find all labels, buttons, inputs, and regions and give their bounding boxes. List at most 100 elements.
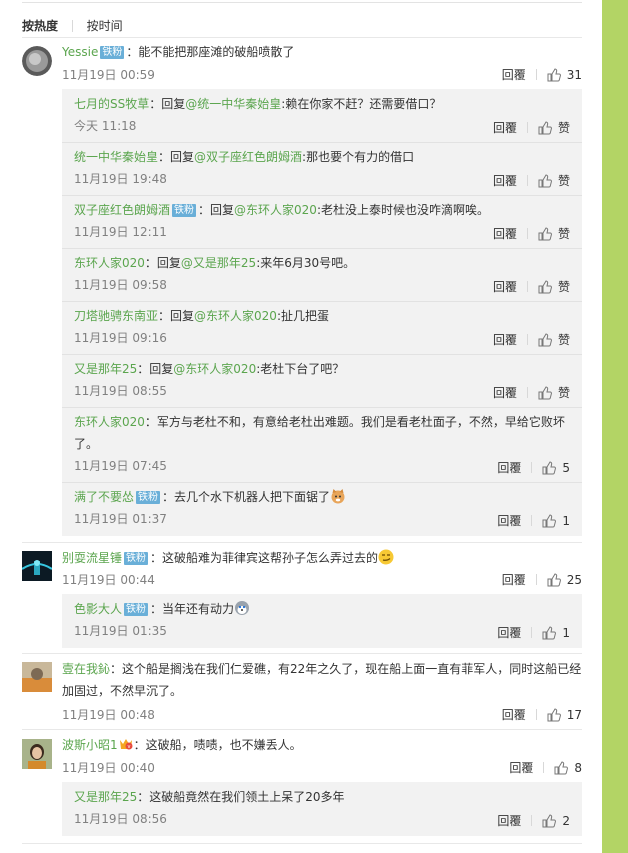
divider	[526, 334, 528, 345]
comment-item: 壹在我鈊：这个船是搁浅在我们仁爱礁，有22年之久了，现在船上面一直有菲军人，同时…	[22, 660, 582, 722]
divider	[62, 354, 582, 355]
reply-button[interactable]: 回覆	[502, 708, 526, 722]
like-count: 赞	[557, 333, 570, 347]
like-count: 5	[562, 461, 570, 475]
commenter-name[interactable]: 壹在我鈊	[62, 662, 110, 676]
like-button[interactable]: 1	[542, 514, 570, 528]
like-button[interactable]: 赞	[538, 227, 570, 241]
mention-link[interactable]: @又是那年25	[181, 256, 256, 270]
like-button[interactable]: 17	[547, 708, 582, 722]
comment-text: 波斯小昭1 v ：这破船，啧啧，也不嫌丢人。	[62, 737, 582, 753]
sort-by-time-tab[interactable]: 按时间	[87, 17, 123, 35]
thumb-up-icon	[547, 573, 561, 587]
divider	[62, 301, 582, 302]
like-button[interactable]: 赞	[538, 174, 570, 188]
reply-button[interactable]: 回覆	[493, 280, 517, 294]
comment-time: 11月19日 00:59	[62, 68, 155, 82]
mention-link[interactable]: @东环人家020	[234, 203, 317, 217]
reply-item: 满了不要怂 铁粉 ：去几个水下机器人把下面锯了 11月19日 01:37 回覆 1	[74, 486, 570, 530]
reply-button[interactable]: 回覆	[497, 626, 521, 640]
comment-time: 11月19日 00:44	[62, 573, 155, 587]
thumb-up-icon	[538, 174, 552, 188]
reply-button[interactable]: 回覆	[493, 174, 517, 188]
reply-button[interactable]: 回覆	[502, 573, 526, 587]
reply-actions: 回覆 1	[497, 622, 570, 644]
reply-button[interactable]: 回覆	[493, 333, 517, 347]
reply-body: :来年6月30号吧。	[256, 256, 356, 270]
reply-item: 东环人家020：军方与老杜不和，有意给老杜出难题。我们是看老杜面子，不然，早给它…	[74, 411, 570, 477]
avatar[interactable]	[22, 739, 52, 769]
like-button[interactable]: 赞	[538, 121, 570, 135]
replier-name[interactable]: 色影大人	[74, 602, 122, 616]
sort-by-hot-tab[interactable]: 按热度	[22, 17, 58, 35]
reply-time: 11月19日 08:56	[74, 812, 167, 826]
like-count: 2	[562, 814, 570, 828]
replier-name[interactable]: 七月的SS牧草	[74, 97, 149, 111]
like-button[interactable]: 赞	[538, 280, 570, 294]
reply-button[interactable]: 回覆	[493, 386, 517, 400]
reply-prefix: ：回复	[158, 150, 195, 164]
reply-button[interactable]: 回覆	[497, 461, 521, 475]
divider	[543, 762, 545, 773]
replier-name[interactable]: 双子座红色朗姆酒	[74, 203, 170, 217]
reply-button[interactable]: 回覆	[497, 814, 521, 828]
reply-item: 统一中华秦始皇：回复@双子座红色朗姆酒:那也要个有力的借口 11月19日 19:…	[74, 146, 570, 190]
comment-actions: 回覆 25	[502, 571, 582, 588]
divider	[531, 627, 533, 638]
mention-link[interactable]: @东环人家020	[173, 362, 256, 376]
like-button[interactable]: 2	[542, 814, 570, 828]
like-button[interactable]: 赞	[538, 333, 570, 347]
comment-body: ：这破船，啧啧，也不嫌丢人。	[133, 738, 302, 752]
replier-name[interactable]: 刀塔驰骋东南亚	[74, 309, 158, 323]
divider	[71, 19, 73, 32]
reply-item: 又是那年25：这破船竟然在我们领土上呆了20多年 11月19日 08:56 回覆…	[74, 786, 570, 830]
side-panel	[602, 0, 628, 853]
fan-badge: 铁粉	[172, 204, 197, 217]
like-button[interactable]: 25	[547, 573, 582, 587]
fan-badge: 铁粉	[124, 552, 149, 565]
reply-prefix: ：回复	[144, 256, 181, 270]
commenter-name[interactable]: Yessie	[62, 45, 98, 59]
avatar[interactable]	[22, 46, 52, 76]
like-button[interactable]: 1	[542, 626, 570, 640]
reply-actions: 回覆 2	[497, 810, 570, 832]
like-button[interactable]: 31	[547, 68, 582, 82]
reply-button[interactable]: 回覆	[509, 761, 533, 775]
divider	[22, 653, 582, 654]
reply-actions: 回覆 赞	[493, 170, 570, 192]
husky-emoji-icon	[235, 601, 250, 615]
divider	[526, 175, 528, 186]
like-count: 赞	[557, 227, 570, 241]
replier-name[interactable]: 东环人家020	[74, 415, 145, 429]
replier-name[interactable]: 满了不要怂	[74, 490, 134, 504]
like-button[interactable]: 8	[554, 761, 582, 775]
avatar[interactable]	[22, 551, 52, 581]
reply-body: :老杜没上泰时候也没咋滴啊唉。	[316, 203, 489, 217]
reply-button[interactable]: 回覆	[493, 121, 517, 135]
mention-link[interactable]: @双子座红色朗姆酒	[194, 150, 302, 164]
reply-body: :赖在你家不赶？还需要借口？	[281, 97, 442, 111]
reply-item: 东环人家020：回复@又是那年25:来年6月30号吧。 11月19日 09:58…	[74, 252, 570, 296]
reply-time: 11月19日 01:35	[74, 624, 167, 638]
reply-button[interactable]: 回覆	[497, 514, 521, 528]
comment-item: Yessie 铁粉 ：能不能把那座滩的破船喷散了 11月19日 00:59 回覆 31	[22, 44, 582, 84]
replier-name[interactable]: 东环人家020	[74, 256, 145, 270]
mention-link[interactable]: @东环人家020	[194, 309, 277, 323]
commenter-name[interactable]: 别耍流星锤	[62, 551, 122, 565]
replier-name[interactable]: 又是那年25	[74, 362, 137, 376]
reply-button[interactable]: 回覆	[493, 227, 517, 241]
like-button[interactable]: 赞	[538, 386, 570, 400]
avatar[interactable]	[22, 662, 52, 692]
mention-link[interactable]: @统一中华秦始皇	[185, 97, 281, 111]
divider	[62, 195, 582, 196]
replier-name[interactable]: 统一中华秦始皇	[74, 150, 158, 164]
reply-prefix: ：回复	[149, 97, 186, 111]
reply-actions: 回覆 5	[497, 457, 570, 479]
reply-body: ：这破船竟然在我们领土上呆了20多年	[137, 790, 345, 804]
thumb-up-icon	[538, 121, 552, 135]
commenter-name[interactable]: 波斯小昭1	[62, 738, 118, 752]
reply-button[interactable]: 回覆	[502, 68, 526, 82]
divider	[535, 709, 537, 720]
like-button[interactable]: 5	[542, 461, 570, 475]
replier-name[interactable]: 又是那年25	[74, 790, 137, 804]
